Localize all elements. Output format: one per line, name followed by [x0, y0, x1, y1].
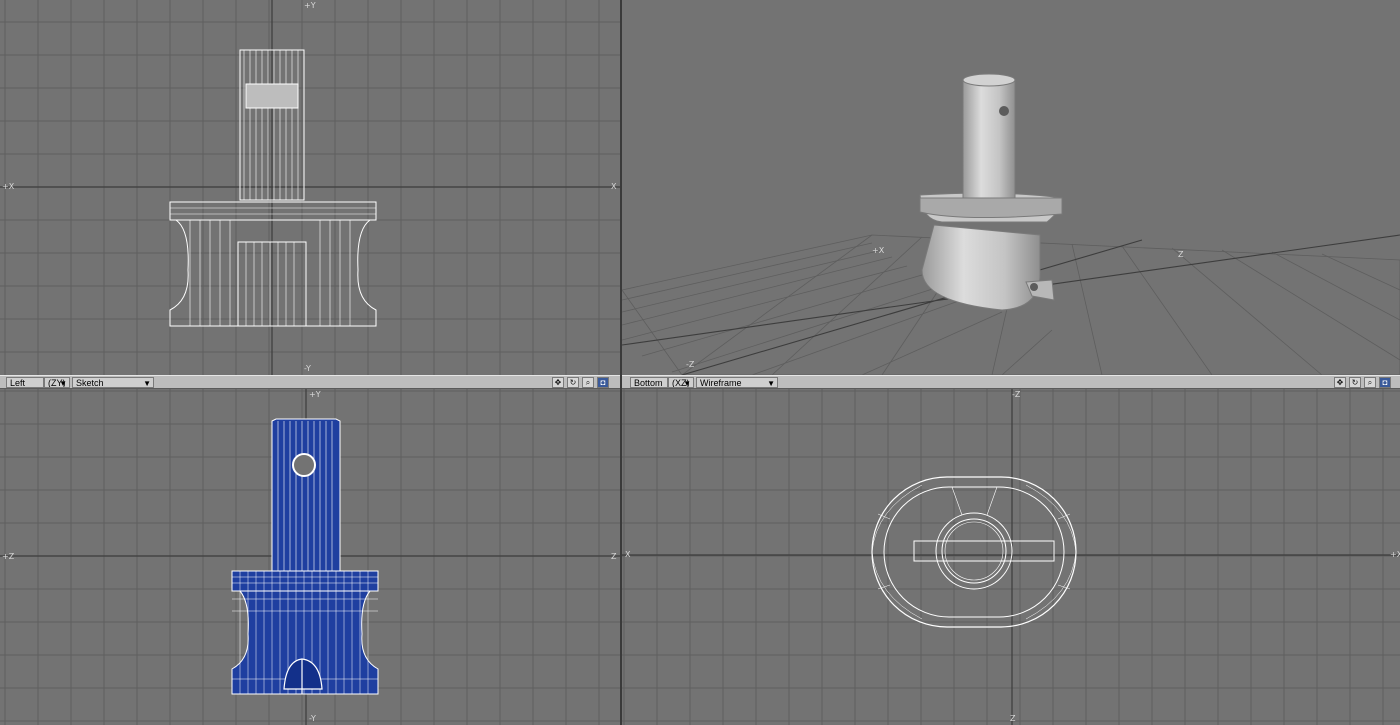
chevron-down-icon: ▼ [767, 379, 775, 388]
viewport-toolbar-right: Bottom (XZ) ▼ Wireframe ▼ ✥ ↻ ⌕ ◘ [622, 375, 1400, 389]
viewport-top-left[interactable]: +Y +X X -Y [0, 0, 620, 375]
render-mode-label: Sketch [76, 378, 104, 388]
axis-label-neg-z: -Z [686, 360, 695, 369]
maximize-view-icon[interactable]: ◘ [597, 377, 609, 388]
axis-label-left: X [625, 550, 631, 559]
view-type-label: Bottom [634, 378, 663, 388]
bottom-wireframe-canvas [622, 389, 1400, 725]
axis-label-bottom: -Y [304, 364, 311, 373]
render-mode-dropdown[interactable]: Wireframe ▼ [696, 377, 778, 388]
perspective-canvas [622, 73, 1400, 375]
axis-label-bottom: -Y [309, 714, 316, 723]
zoom-view-icon[interactable]: ⌕ [1364, 377, 1376, 388]
chevron-down-icon: ▼ [59, 379, 67, 388]
view-axes-dropdown[interactable]: (ZY) ▼ [44, 377, 70, 388]
wireframe-object [169, 49, 377, 327]
move-view-icon[interactable]: ✥ [1334, 377, 1346, 388]
render-mode-dropdown[interactable]: Sketch ▼ [72, 377, 154, 388]
rotate-view-icon[interactable]: ↻ [567, 377, 579, 388]
chevron-down-icon: ▼ [143, 379, 151, 388]
render-mode-label: Wireframe [700, 378, 742, 388]
zoom-view-icon[interactable]: ⌕ [582, 377, 594, 388]
grid [622, 389, 1400, 725]
axis-label-right: Z [611, 552, 617, 561]
axis-label-top: -Z [1012, 390, 1021, 399]
wireframe-object [871, 476, 1077, 628]
view-type-label: Left [10, 378, 26, 388]
axis-label-top: +Y [309, 390, 321, 399]
chevron-down-icon: ▼ [683, 379, 691, 388]
axis-label-x: +X [872, 246, 885, 255]
axis-label-right: +X [1390, 550, 1400, 559]
maximize-view-icon[interactable]: ◘ [1379, 377, 1391, 388]
axis-label-left: +X [2, 182, 15, 191]
axis-label-right: X [611, 182, 617, 191]
view-type-dropdown[interactable]: Bottom [630, 377, 668, 388]
view-type-dropdown[interactable]: Left [6, 377, 44, 388]
side-sketch-canvas [0, 389, 620, 725]
viewport-toolbar-left: Left (ZY) ▼ Sketch ▼ ✥ ↻ ⌕ ◘ [0, 375, 620, 389]
axis-label-top: +Y [304, 1, 316, 10]
view-axes-dropdown[interactable]: (XZ) ▼ [668, 377, 694, 388]
move-view-icon[interactable]: ✥ [552, 377, 564, 388]
rotate-view-icon[interactable]: ↻ [1349, 377, 1361, 388]
viewport-bottom-right[interactable]: -Z X +X Z [622, 389, 1400, 725]
axis-label-left: +Z [2, 552, 15, 561]
axis-label-bottom: Z [1010, 714, 1016, 723]
viewport-bottom-left[interactable]: +Y +Z Z -Y [0, 389, 620, 725]
viewport-top-right[interactable]: +X Z -Z [622, 0, 1400, 375]
front-wireframe-canvas [0, 0, 620, 375]
shaded-object [919, 73, 1063, 311]
axis-label-z: Z [1178, 250, 1184, 259]
